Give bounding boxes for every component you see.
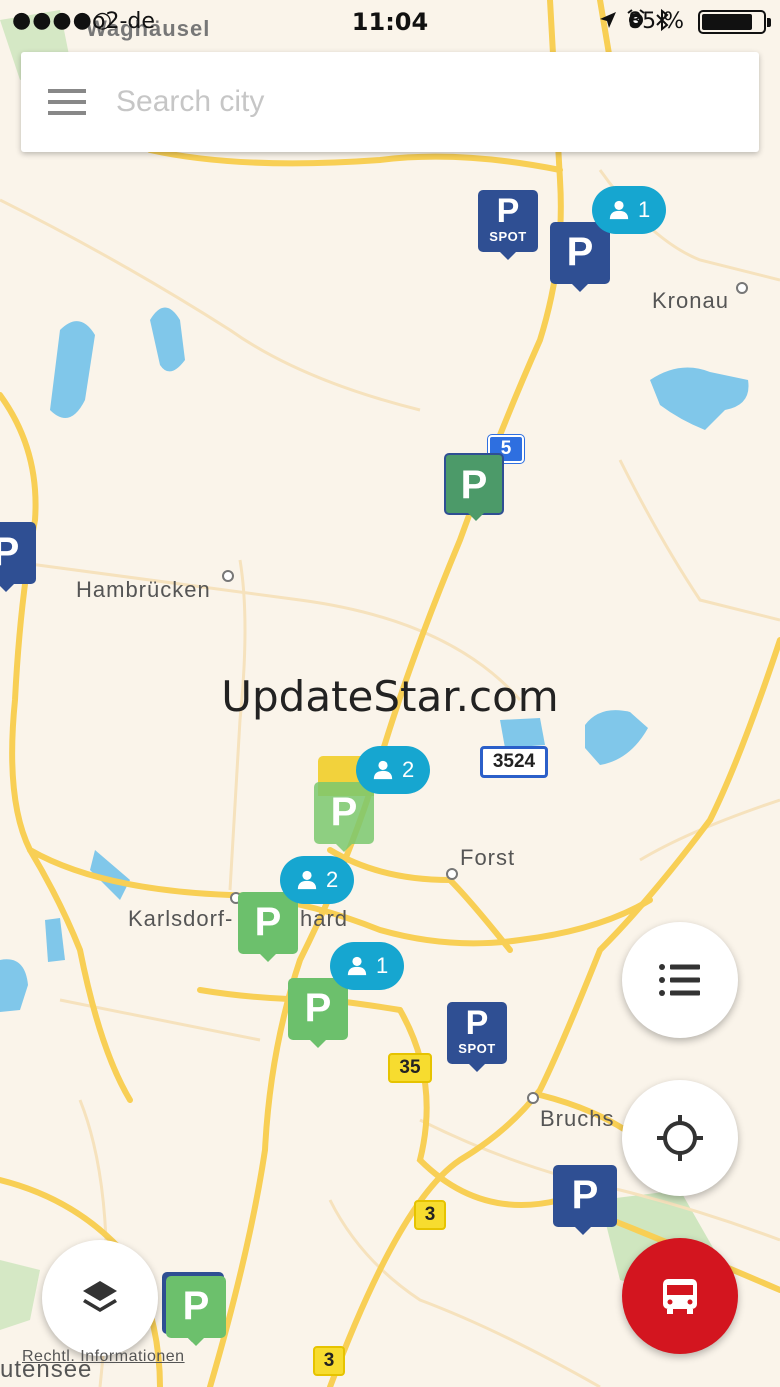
bus-icon: [663, 1279, 697, 1314]
road-sign-b3: 3: [414, 1200, 446, 1230]
list-view-button[interactable]: [622, 922, 738, 1038]
parking-pin[interactable]: P: [314, 782, 374, 852]
battery-fill: [702, 14, 753, 30]
user-count-bubble[interactable]: 2: [280, 856, 355, 904]
list-icon: [659, 964, 700, 996]
parking-pin[interactable]: P: [550, 222, 610, 292]
place-dot: [222, 570, 234, 582]
parking-pin[interactable]: P: [288, 978, 348, 1048]
map-layers-button[interactable]: [42, 1240, 158, 1356]
crosshair-icon: [657, 1115, 703, 1161]
status-bar: ●●●●○ o2-de 11:04 85 %: [0, 0, 780, 42]
parking-pin[interactable]: P: [444, 453, 504, 521]
battery-percent: 85 %: [628, 9, 684, 34]
user-count-bubble[interactable]: 1: [592, 186, 667, 234]
user-icon: [609, 200, 629, 220]
layers-icon: [83, 1281, 117, 1312]
place-dot: [446, 868, 458, 880]
user-icon: [347, 956, 367, 976]
legal-info-link[interactable]: Rechtl. Informationen: [22, 1348, 185, 1366]
user-icon: [297, 870, 317, 890]
place-label-karlsdorf: Karlsdorf-: [128, 906, 234, 931]
place-label-hambruecken: Hambrücken: [76, 577, 211, 602]
watermark: UpdateStar.com: [221, 672, 559, 721]
search-input[interactable]: [116, 77, 716, 127]
place-label-bruchsal: Bruchs: [540, 1106, 615, 1131]
parking-pin[interactable]: P: [553, 1165, 617, 1235]
place-dot: [527, 1092, 539, 1104]
parking-pin[interactable]: P: [166, 1276, 226, 1346]
battery-icon: [698, 10, 771, 34]
transport-button[interactable]: [622, 1238, 738, 1354]
menu-icon[interactable]: [48, 86, 88, 118]
lake: [500, 718, 545, 748]
parking-pin[interactable]: P: [0, 522, 36, 592]
place-label-karlsdorf-tail: hard: [300, 906, 349, 931]
place-label-forst: Forst: [460, 845, 516, 870]
user-icon: [373, 760, 393, 780]
parking-pin[interactable]: P: [238, 892, 298, 962]
location-arrow-icon: [600, 12, 616, 28]
road-sign-b35: 35: [388, 1053, 432, 1083]
locate-me-button[interactable]: [622, 1080, 738, 1196]
parking-spot-pin[interactable]: P SPOT: [478, 190, 538, 260]
user-count-bubble[interactable]: 1: [330, 942, 405, 990]
road-sign-l3524: 3524: [480, 746, 548, 778]
road-sign-b3: 3: [313, 1346, 345, 1376]
parking-spot-pin[interactable]: P SPOT: [447, 1002, 507, 1072]
place-dot: [736, 282, 748, 294]
search-bar: [21, 52, 759, 152]
place-label-kronau: Kronau: [652, 288, 729, 313]
user-count-bubble[interactable]: 2: [356, 746, 431, 794]
